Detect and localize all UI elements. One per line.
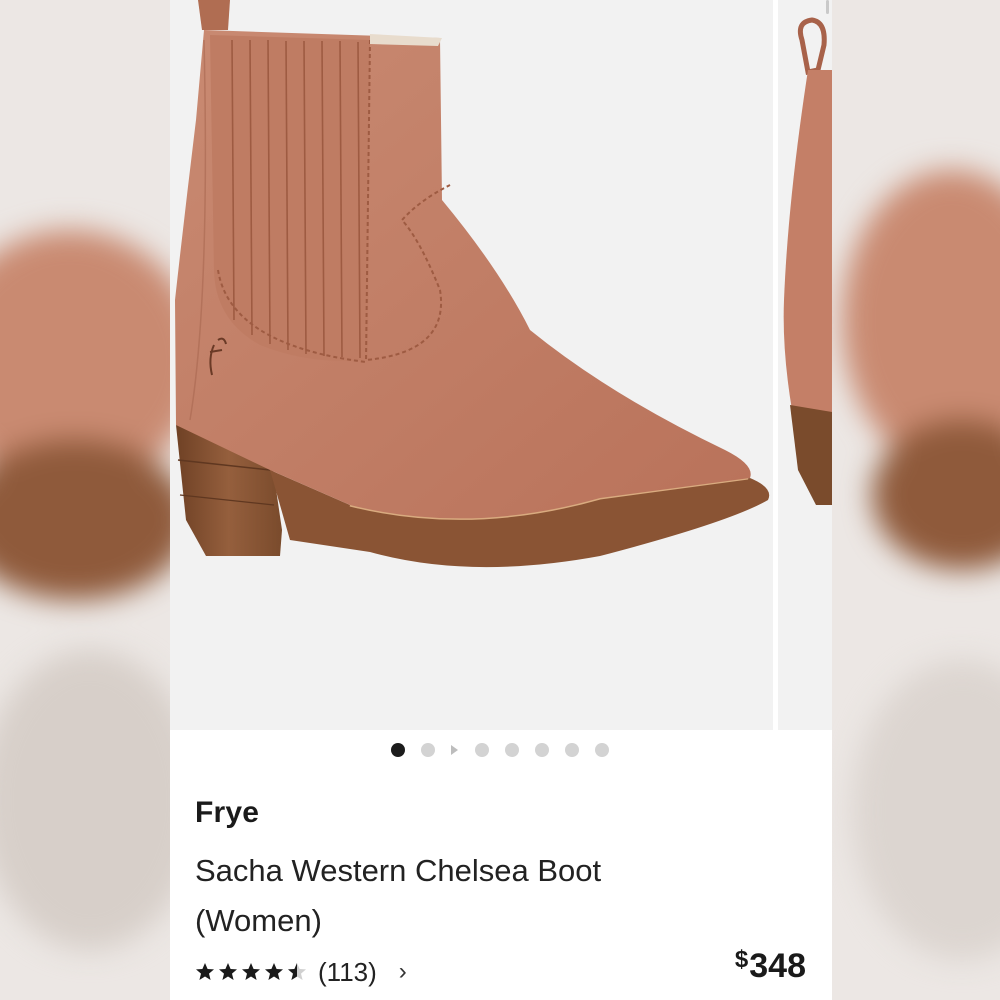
price-currency: $ (734, 946, 749, 973)
carousel-dot-2[interactable] (421, 743, 435, 757)
star-icon (219, 963, 237, 980)
carousel-dot-5[interactable] (535, 743, 549, 757)
price-amount: 348 (749, 947, 806, 985)
product-name[interactable]: Sacha Western Chelsea Boot (Women) (195, 846, 635, 946)
image-carousel[interactable] (170, 0, 832, 730)
carousel-dot-7[interactable] (595, 743, 609, 757)
star-half-icon (288, 963, 306, 980)
star-icon (242, 963, 260, 980)
chevron-right-icon[interactable]: › (399, 958, 407, 986)
carousel-pagination[interactable] (170, 740, 832, 760)
product-price: $348 (735, 946, 806, 986)
carousel-dot-3[interactable] (475, 743, 489, 757)
background-blur-left (0, 0, 170, 1000)
next-boot-image (783, 17, 832, 505)
carousel-dot-4[interactable] (505, 743, 519, 757)
carousel-dot-6[interactable] (565, 743, 579, 757)
carousel-dot-1[interactable] (391, 743, 405, 757)
star-rating (195, 962, 310, 982)
brand-name[interactable]: Frye (195, 796, 259, 830)
background-blur-right (832, 0, 1000, 1000)
star-icon (265, 963, 283, 980)
next-product-image[interactable] (778, 0, 832, 730)
video-play-icon[interactable] (451, 745, 458, 755)
boot-image (175, 0, 770, 568)
product-card[interactable]: Frye Sacha Western Chelsea Boot (Women) … (170, 0, 832, 1000)
scroll-indicator (826, 0, 829, 14)
star-icon (196, 963, 214, 980)
rating-summary[interactable]: (113) › (195, 955, 407, 989)
review-count[interactable]: (113) (318, 957, 377, 988)
product-image[interactable] (170, 0, 773, 730)
